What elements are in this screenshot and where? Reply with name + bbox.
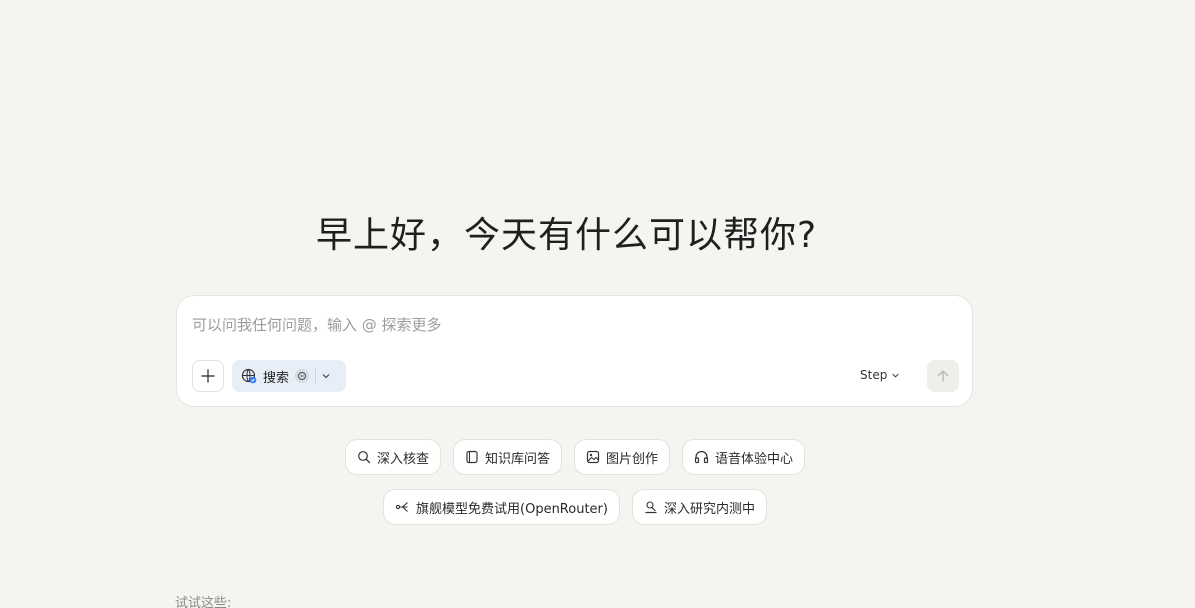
deep-research-chip[interactable]: 深入研究内测中 <box>631 489 767 525</box>
globe-search-icon <box>241 368 257 384</box>
send-button[interactable] <box>927 360 959 392</box>
model-selector[interactable]: Step <box>860 368 900 382</box>
plus-icon <box>201 369 215 383</box>
pill-divider <box>315 369 317 383</box>
chip-label: 知识库问答 <box>484 451 550 467</box>
chevron-down-icon <box>891 371 900 380</box>
model-label: Step <box>860 368 888 382</box>
quick-actions-row-2: 旗舰模型免费试用(OpenRouter) 深入研究内测中 <box>0 489 1150 525</box>
search-label: 搜索 <box>263 370 290 386</box>
knowledge-qa-chip[interactable]: 知识库问答 <box>452 439 562 475</box>
research-icon <box>644 500 658 514</box>
search-toggle[interactable]: 搜索 <box>232 360 346 392</box>
chip-label: 旗舰模型免费试用(OpenRouter) <box>416 501 608 517</box>
headphones-icon <box>694 450 709 464</box>
flagship-trial-chip[interactable]: 旗舰模型免费试用(OpenRouter) <box>383 489 620 525</box>
deep-verify-chip[interactable]: 深入核查 <box>344 439 441 475</box>
chip-label: 深入核查 <box>376 451 429 467</box>
image-icon <box>586 450 600 464</box>
chat-composer: 搜索 Step <box>176 295 973 407</box>
image-creation-chip[interactable]: 图片创作 <box>574 439 671 475</box>
greeting-heading: 早上好，今天有什么可以帮你? <box>315 215 818 256</box>
knowledge-base-icon <box>465 450 479 464</box>
chip-label: 语音体验中心 <box>715 451 794 467</box>
search-source-icon <box>295 369 310 383</box>
chip-label: 图片创作 <box>606 451 659 467</box>
router-icon <box>395 500 410 514</box>
chevron-down-icon[interactable] <box>321 371 331 381</box>
try-these-label: 试试这些: <box>175 596 232 608</box>
page: 早上好，今天有什么可以帮你? 搜索 <box>0 0 1195 608</box>
quick-actions-row-1: 深入核查 知识库问答 图片创作 语音体验中心 <box>0 439 1150 475</box>
chat-input[interactable] <box>192 316 932 334</box>
chip-label: 深入研究内测中 <box>663 501 755 517</box>
magnifier-check-icon <box>357 450 371 464</box>
voice-center-chip[interactable]: 语音体验中心 <box>682 439 806 475</box>
add-attachment-button[interactable] <box>192 360 224 392</box>
arrow-up-icon <box>936 369 950 383</box>
